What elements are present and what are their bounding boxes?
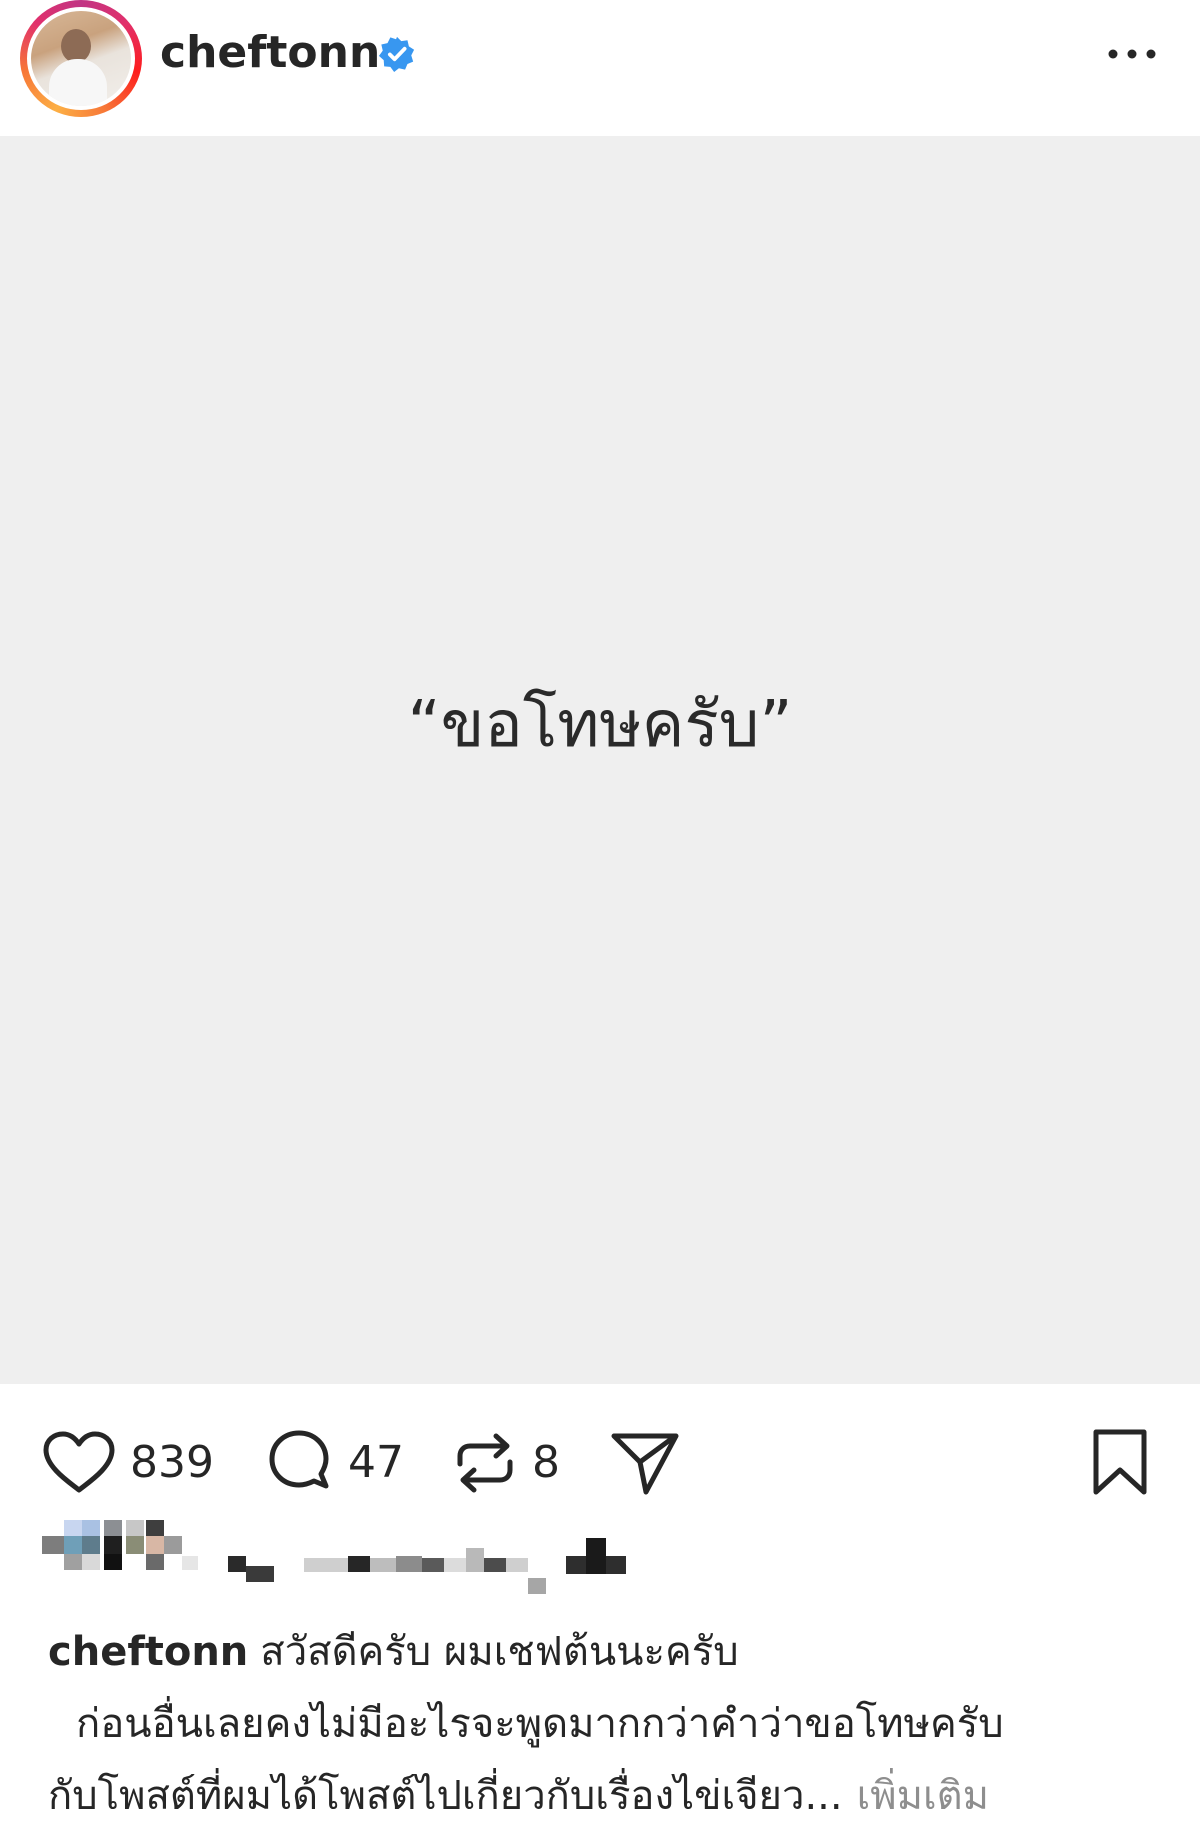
caption-more-link[interactable]: เพิ่มเติม [857,1773,989,1819]
pixel-block [82,1520,100,1536]
comment-button[interactable]: 47 [264,1428,404,1498]
pixel-block [82,1536,100,1554]
pixel-block [444,1558,466,1572]
pixel-block [104,1520,122,1536]
more-horizontal-icon[interactable] [1105,34,1159,74]
pixel-block [466,1548,484,1572]
pixel-block [146,1520,164,1536]
pixel-block [422,1558,444,1572]
pixel-block [370,1558,396,1572]
repost-icon [457,1433,513,1493]
pixel-block [246,1566,274,1582]
bookmark-icon [1093,1429,1147,1495]
caption-line-1: สวัสดีครับ ผมเชฟต้นนะครับ [260,1629,739,1675]
verified-badge-icon [378,36,415,73]
post-image-text: “ขอโทษครับ” [407,688,793,762]
caption-username[interactable]: cheftonn [48,1629,248,1675]
post-header: cheftonn [0,0,1200,136]
pixel-block [104,1536,122,1554]
repost-count: 8 [532,1437,560,1488]
pixel-block [64,1536,82,1554]
comment-count: 47 [348,1437,404,1488]
pixel-block [64,1520,82,1536]
pixel-block [396,1556,422,1572]
liked-by-obscured [42,1520,742,1600]
pixel-block [126,1520,144,1536]
pixel-block [146,1536,164,1554]
post-image[interactable]: “ขอโทษครับ” [0,136,1200,1384]
pixel-block [182,1556,198,1570]
pixel-block [586,1538,606,1574]
share-icon [611,1433,679,1495]
pixel-block [146,1554,164,1570]
action-bar: 839 47 8 [0,1384,1200,1524]
pixel-block [82,1554,100,1570]
username[interactable]: cheftonn [160,20,380,86]
caption-line-3: กับโพสต์ที่ผมได้โพสต์ไปเกี่ยวกับเรื่องไข… [48,1773,843,1819]
like-button[interactable]: 839 [42,1428,214,1498]
pixel-block [126,1536,144,1554]
avatar-story-ring[interactable] [20,0,142,117]
pixel-block [528,1578,546,1594]
bookmark-button[interactable] [1090,1428,1150,1498]
like-count: 839 [130,1437,214,1488]
pixel-block [566,1556,586,1574]
pixel-block [228,1556,246,1572]
pixel-block [104,1554,122,1570]
avatar[interactable] [27,7,135,110]
pixel-block [606,1556,626,1574]
avatar-body [49,59,107,106]
pixel-block [304,1558,348,1572]
comment-icon [269,1430,329,1489]
heart-icon [43,1431,115,1493]
pixel-block [42,1536,64,1554]
share-button[interactable] [610,1428,680,1498]
repost-button[interactable]: 8 [452,1428,560,1498]
pixel-block [506,1558,528,1572]
caption-line-2: ก่อนอื่นเลยคงไม่มีอะไรจะพูดมากกว่าคำว่าข… [76,1701,1004,1747]
pixel-block [484,1558,506,1572]
pixel-block [64,1554,82,1570]
post-caption: cheftonn สวัสดีครับ ผมเชฟต้นนะครับ ก่อนอื… [48,1616,1168,1832]
avatar-head [61,29,91,63]
pixel-block [164,1536,182,1554]
pixel-block [348,1556,370,1572]
